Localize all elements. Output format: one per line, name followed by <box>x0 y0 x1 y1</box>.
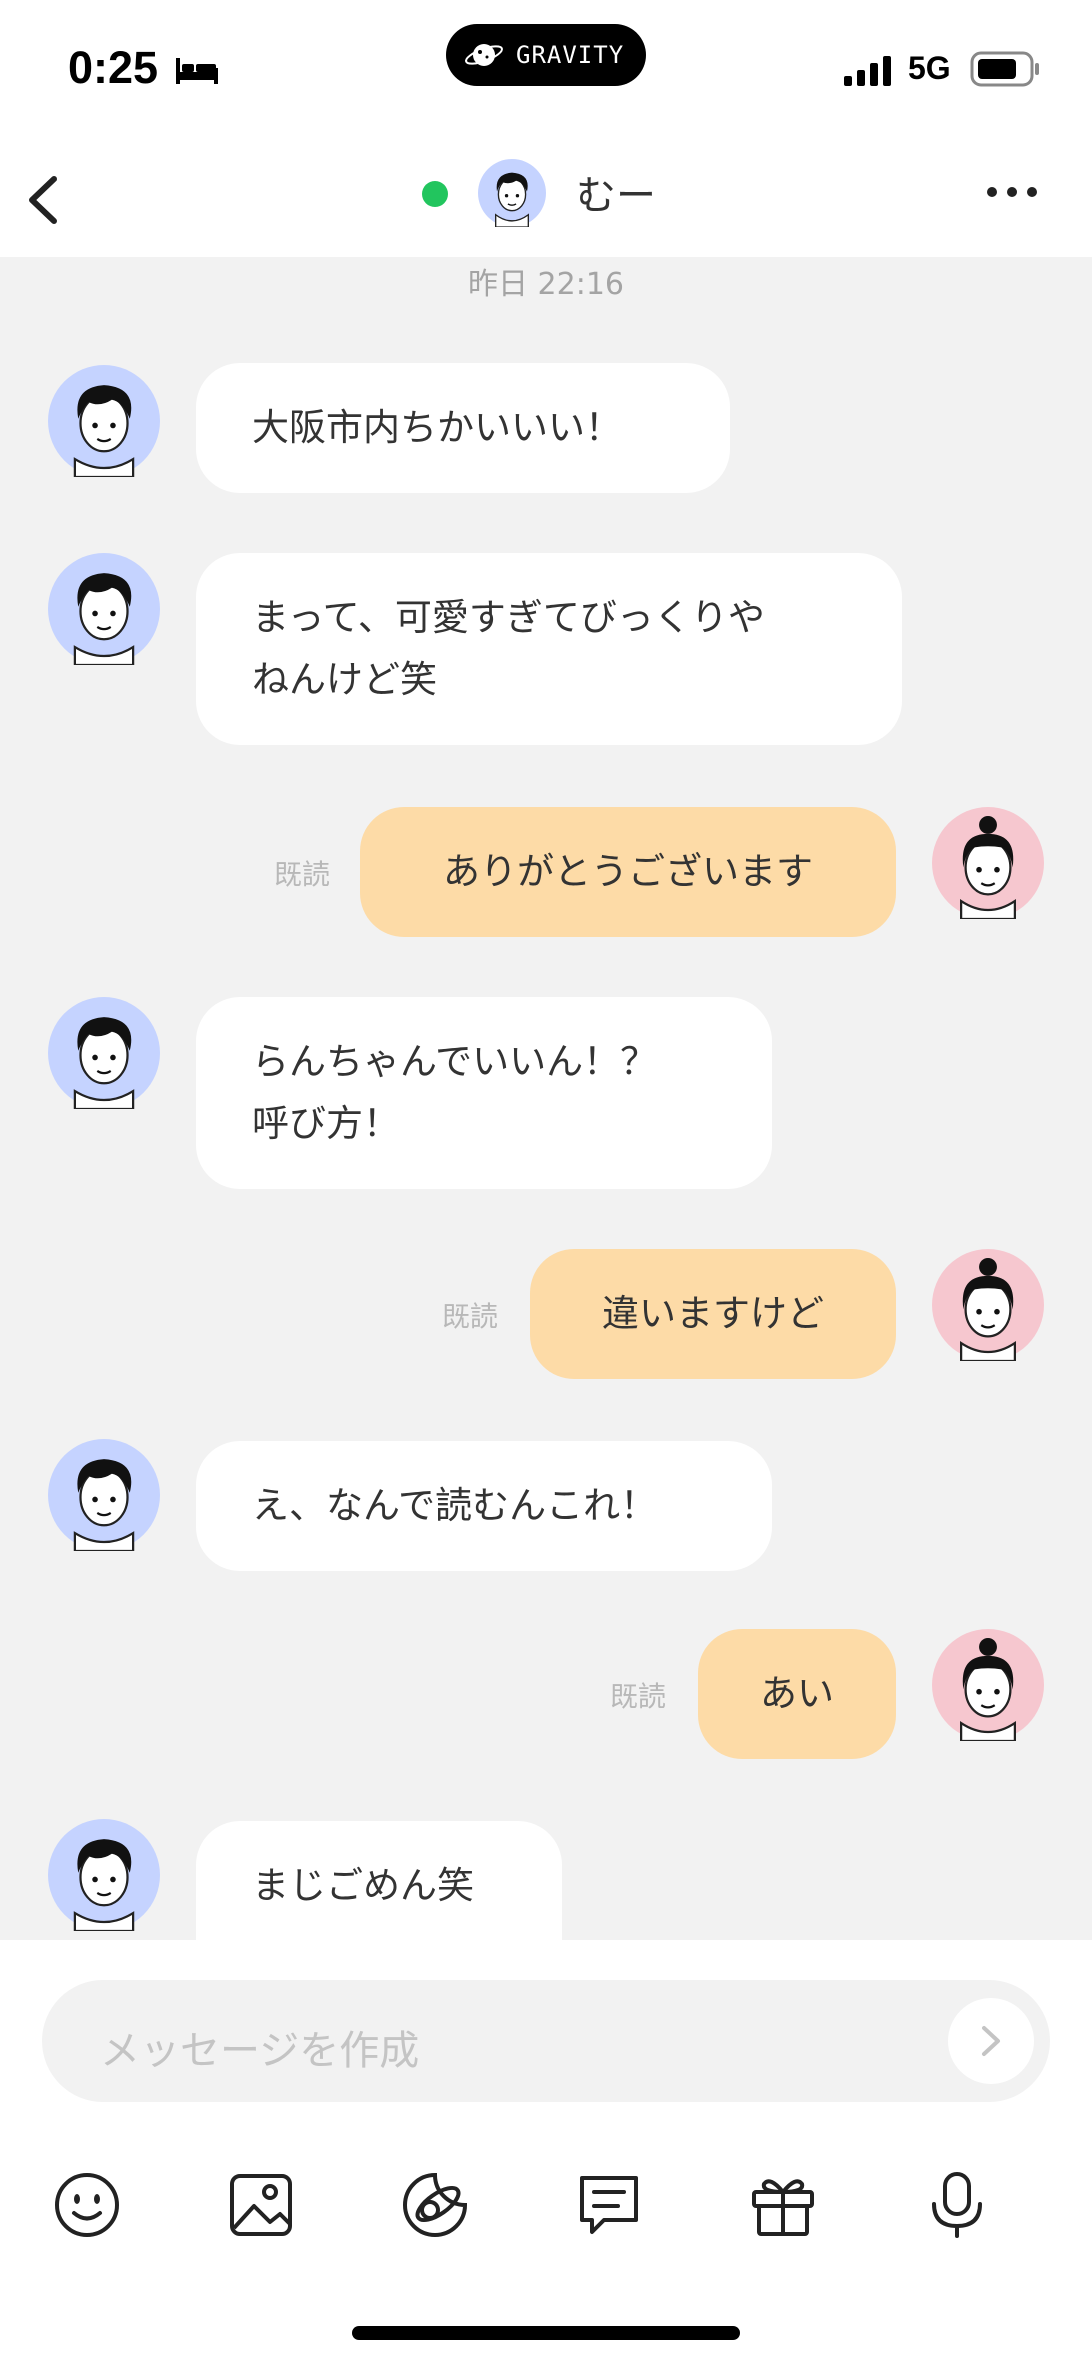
incoming-message-bubble[interactable]: 大阪市内ちかいいい！ <box>196 363 730 493</box>
message-text: ありがとうございます <box>443 850 813 893</box>
planet-icon <box>465 44 503 66</box>
status-bar: 0:25 GRAVITY 5G <box>0 0 1092 145</box>
sticker-icon[interactable] <box>400 2170 470 2240</box>
home-indicator[interactable] <box>352 2326 740 2340</box>
incoming-message-bubble[interactable]: え、なんで読むんこれ！ <box>196 1441 772 1571</box>
emoji-icon[interactable] <box>52 2170 122 2240</box>
send-button[interactable] <box>948 1998 1034 2084</box>
contact-name[interactable]: むー <box>576 163 656 221</box>
message-list[interactable]: 昨日 22:16 大阪市内ちかいいい！ まって、可愛すぎてびっくりや ねんけど笑… <box>0 257 1092 1940</box>
contact-avatar[interactable] <box>48 997 160 1109</box>
outgoing-message-bubble[interactable]: ありがとうございます <box>360 807 896 937</box>
message-text: 大阪市内ちかいいい！ <box>252 406 622 449</box>
message-text: え、なんで読むんこれ！ <box>252 1484 658 1527</box>
my-avatar[interactable] <box>932 807 1044 919</box>
status-time: 0:25 <box>68 42 159 93</box>
contact-avatar[interactable] <box>48 553 160 665</box>
battery-icon <box>970 51 1039 87</box>
dynamic-island: GRAVITY <box>446 24 646 86</box>
read-receipt: 既読 <box>274 858 331 891</box>
chat-header: むー <box>0 145 1092 257</box>
message-template-icon[interactable] <box>574 2170 644 2240</box>
contact-avatar[interactable] <box>48 365 160 477</box>
outgoing-message-bubble[interactable]: 違いますけど <box>530 1249 896 1379</box>
message-input-placeholder: メッセージを作成 <box>100 2028 420 2074</box>
message-text: 違いますけど <box>602 1292 824 1335</box>
outgoing-message-bubble[interactable]: あい <box>698 1629 896 1759</box>
message-text: 呼び方！ <box>252 1102 400 1145</box>
microphone-icon[interactable] <box>922 2170 992 2240</box>
contact-avatar[interactable] <box>478 159 546 227</box>
image-icon[interactable] <box>226 2170 296 2240</box>
my-avatar[interactable] <box>932 1629 1044 1741</box>
gravity-label: GRAVITY <box>516 41 625 69</box>
message-text: まって、可愛すぎてびっくりや <box>252 596 765 639</box>
incoming-message-bubble[interactable]: まって、可愛すぎてびっくりや ねんけど笑 <box>196 553 902 745</box>
message-text: ねんけど笑 <box>252 658 437 701</box>
chevron-left-icon[interactable] <box>22 165 62 235</box>
incoming-message-bubble[interactable]: まじごめん笑 <box>196 1821 562 1940</box>
bed-icon <box>176 58 218 84</box>
gift-icon[interactable] <box>748 2170 818 2240</box>
composer-panel: メッセージを作成 <box>0 1940 1092 2364</box>
incoming-message-bubble[interactable]: らんちゃんでいいん！？ 呼び方！ <box>196 997 772 1189</box>
chevron-right-icon <box>982 2026 1000 2056</box>
message-input[interactable]: メッセージを作成 <box>42 1980 1050 2102</box>
read-receipt: 既読 <box>610 1680 667 1713</box>
ellipsis-icon[interactable] <box>984 181 1040 203</box>
cellular-signal-icon <box>844 56 891 86</box>
message-text: あい <box>760 1672 834 1715</box>
message-text: らんちゃんでいいん！？ <box>252 1040 658 1083</box>
contact-avatar[interactable] <box>48 1439 160 1551</box>
message-text: まじごめん笑 <box>252 1864 474 1907</box>
online-status-indicator <box>422 181 448 207</box>
read-receipt: 既読 <box>442 1300 499 1333</box>
contact-avatar[interactable] <box>48 1819 160 1931</box>
network-type: 5G <box>908 50 951 86</box>
my-avatar[interactable] <box>932 1249 1044 1361</box>
conversation-timestamp: 昨日 22:16 <box>468 267 624 302</box>
